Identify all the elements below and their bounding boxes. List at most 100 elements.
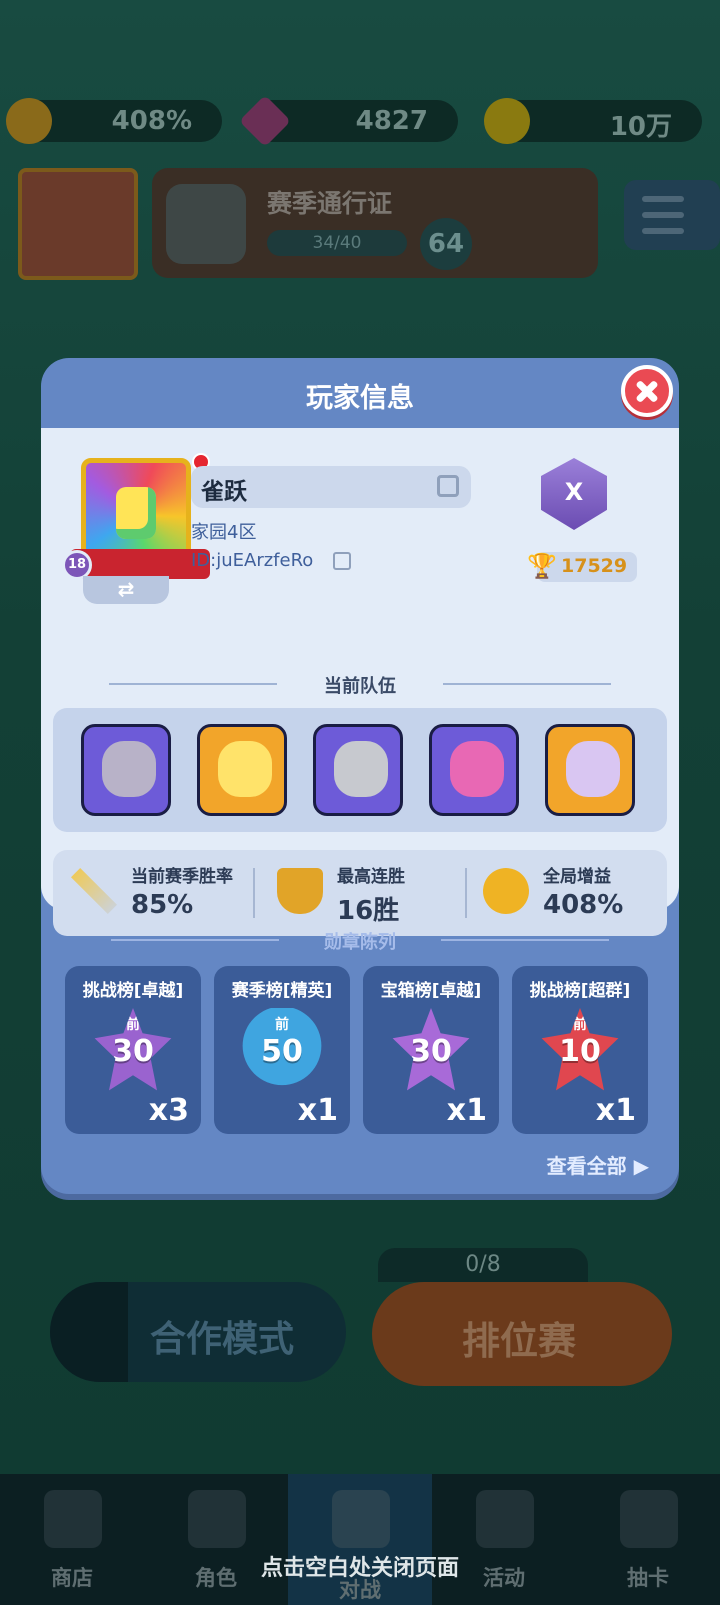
team-hero-card[interactable] [545, 724, 635, 816]
close-hint: 点击空白处关闭页面 [260, 1556, 459, 1581]
shop-icon [44, 1490, 102, 1548]
tab-events[interactable]: 活动 [432, 1474, 576, 1605]
medal-rank-number: 10 [559, 1034, 601, 1069]
tab-characters[interactable]: 角色 [144, 1474, 288, 1605]
medal-title: 宝箱榜[卓越] [380, 981, 482, 1001]
coop-mode-button[interactable]: 合作模式 [50, 1282, 346, 1382]
stats-strip: 当前赛季胜率 85% 最高连胜 16胜 全局增益 408% [53, 850, 667, 936]
medal-rank-number: 50 [261, 1034, 303, 1069]
divider [465, 868, 467, 918]
coin-icon [484, 98, 530, 144]
medal-rank-number: 30 [410, 1034, 452, 1069]
tab-gacha[interactable]: 抽卡 [576, 1474, 720, 1605]
medal-card[interactable]: 赛季榜[精英] 前 50 x1 [214, 966, 350, 1134]
mystery-card-icon [620, 1490, 678, 1548]
medal-card[interactable]: 挑战榜[超群] 前 10 x1 [512, 966, 648, 1134]
medal-title: 挑战榜[超群] [529, 981, 631, 1001]
ranked-ticket-count: 0/8 [378, 1248, 588, 1282]
hero-helmet-icon [334, 741, 388, 797]
swap-avatar-button[interactable]: ⇄ [83, 576, 169, 604]
player-info-panel: 18 ⇄ 雀跃 家园4区 ID:juEArzfeRo X 🏆 17529 当前队… [41, 428, 679, 936]
medal-card[interactable]: 宝箱榜[卓越] 30 x1 [363, 966, 499, 1134]
menu-icon-line [642, 228, 684, 234]
character-cards-icon [188, 1490, 246, 1548]
rank-emblem-icon: X [541, 458, 607, 530]
copy-icon[interactable] [333, 552, 351, 570]
team-hero-card[interactable] [429, 724, 519, 816]
team-hero-card[interactable] [81, 724, 171, 816]
bg-avatar[interactable] [18, 168, 138, 280]
medal-badge-icon: 前 10 [541, 1008, 619, 1091]
medal-count: x1 [446, 1093, 487, 1128]
player-name-box[interactable]: 雀跃 [191, 466, 471, 508]
mode-up-icon [50, 1282, 128, 1382]
season-pass-title: 赛季通行证 [267, 189, 393, 218]
team-hero-card[interactable] [313, 724, 403, 816]
trophy-icon [277, 868, 323, 914]
trophy-icon: 🏆 [527, 552, 557, 580]
winrate-value: 85% [131, 890, 194, 920]
coin-pill[interactable]: 10万 [484, 98, 702, 144]
edit-icon[interactable] [437, 475, 459, 497]
gem-value: 4827 [355, 106, 428, 136]
season-pass-banner[interactable]: 赛季通行证 34/40 64 [152, 168, 598, 278]
medal-card[interactable]: 挑战榜[卓越] 前 30 x3 [65, 966, 201, 1134]
trophy-count: 17529 [561, 555, 628, 577]
view-all-link[interactable]: 查看全部 ▶ [547, 1150, 649, 1179]
medal-count: x3 [148, 1093, 189, 1128]
menu-button[interactable] [624, 180, 720, 250]
rank-tier: X [564, 478, 584, 506]
medal-prefix: 前 [573, 1017, 587, 1033]
bonus-value: 408% [111, 106, 192, 136]
avatar-character-icon [116, 487, 156, 539]
home-bonus-icon [483, 868, 529, 914]
tab-shop[interactable]: 商店 [0, 1474, 144, 1605]
menu-icon-line [642, 212, 684, 218]
medals-title: 勋章陈列 [324, 932, 396, 953]
hero-demon-icon [566, 741, 620, 797]
medal-prefix: 前 [275, 1017, 289, 1033]
menu-icon [642, 196, 684, 202]
tab-battle[interactable]: 对战 [288, 1474, 432, 1605]
medal-section-header: 勋章陈列 [41, 928, 679, 954]
divider [111, 939, 279, 941]
medal-count: x1 [297, 1093, 338, 1128]
bonus-label: 全局增益 [543, 867, 611, 887]
bottom-tab-bar: 商店 角色 对战 活动 抽卡 [0, 1474, 720, 1605]
crossed-swords-icon [71, 868, 117, 914]
team-hero-card[interactable] [197, 724, 287, 816]
season-pass-progress: 34/40 [267, 230, 407, 256]
team-title: 当前队伍 [324, 676, 396, 697]
crossed-swords-icon [332, 1490, 390, 1548]
team-strip [53, 708, 667, 832]
season-pass-level: 64 [420, 218, 472, 270]
medal-badge-icon: 30 [392, 1008, 470, 1091]
player-info-modal: 玩家信息 18 ⇄ 雀跃 家园4区 ID:juEArzfeRo X 🏆 1752… [41, 358, 679, 1194]
trophy-box: 🏆 17529 [527, 552, 637, 582]
close-button[interactable] [621, 365, 673, 417]
hero-golden-icon [218, 741, 272, 797]
ranked-mode-label: 排位赛 [462, 1319, 577, 1363]
bonus-icon [6, 98, 52, 144]
streak-value: 16胜 [337, 896, 400, 926]
streak-label: 最高连胜 [337, 867, 405, 887]
star-shield-icon [476, 1490, 534, 1548]
gem-pill[interactable]: 4827 [238, 94, 458, 148]
hero-pink-brute-icon [450, 741, 504, 797]
divider [443, 683, 611, 685]
medal-rank-number: 30 [112, 1034, 154, 1069]
divider [253, 868, 255, 918]
coin-value: 10万 [609, 112, 672, 142]
player-avatar[interactable] [70, 453, 210, 579]
player-server: 家园4区 [191, 522, 257, 543]
divider [109, 683, 277, 685]
medal-prefix: 前 [126, 1017, 140, 1033]
player-name: 雀跃 [201, 479, 247, 505]
hero-knight-icon [102, 741, 156, 797]
medal-title: 挑战榜[卓越] [82, 981, 184, 1001]
bonus-value: 408% [543, 890, 624, 920]
modal-header: 玩家信息 [41, 358, 679, 428]
medal-badge-icon: 前 30 [94, 1008, 172, 1091]
bonus-pill[interactable]: 408% [6, 98, 222, 144]
ranked-mode-button[interactable]: 排位赛 [372, 1282, 672, 1386]
